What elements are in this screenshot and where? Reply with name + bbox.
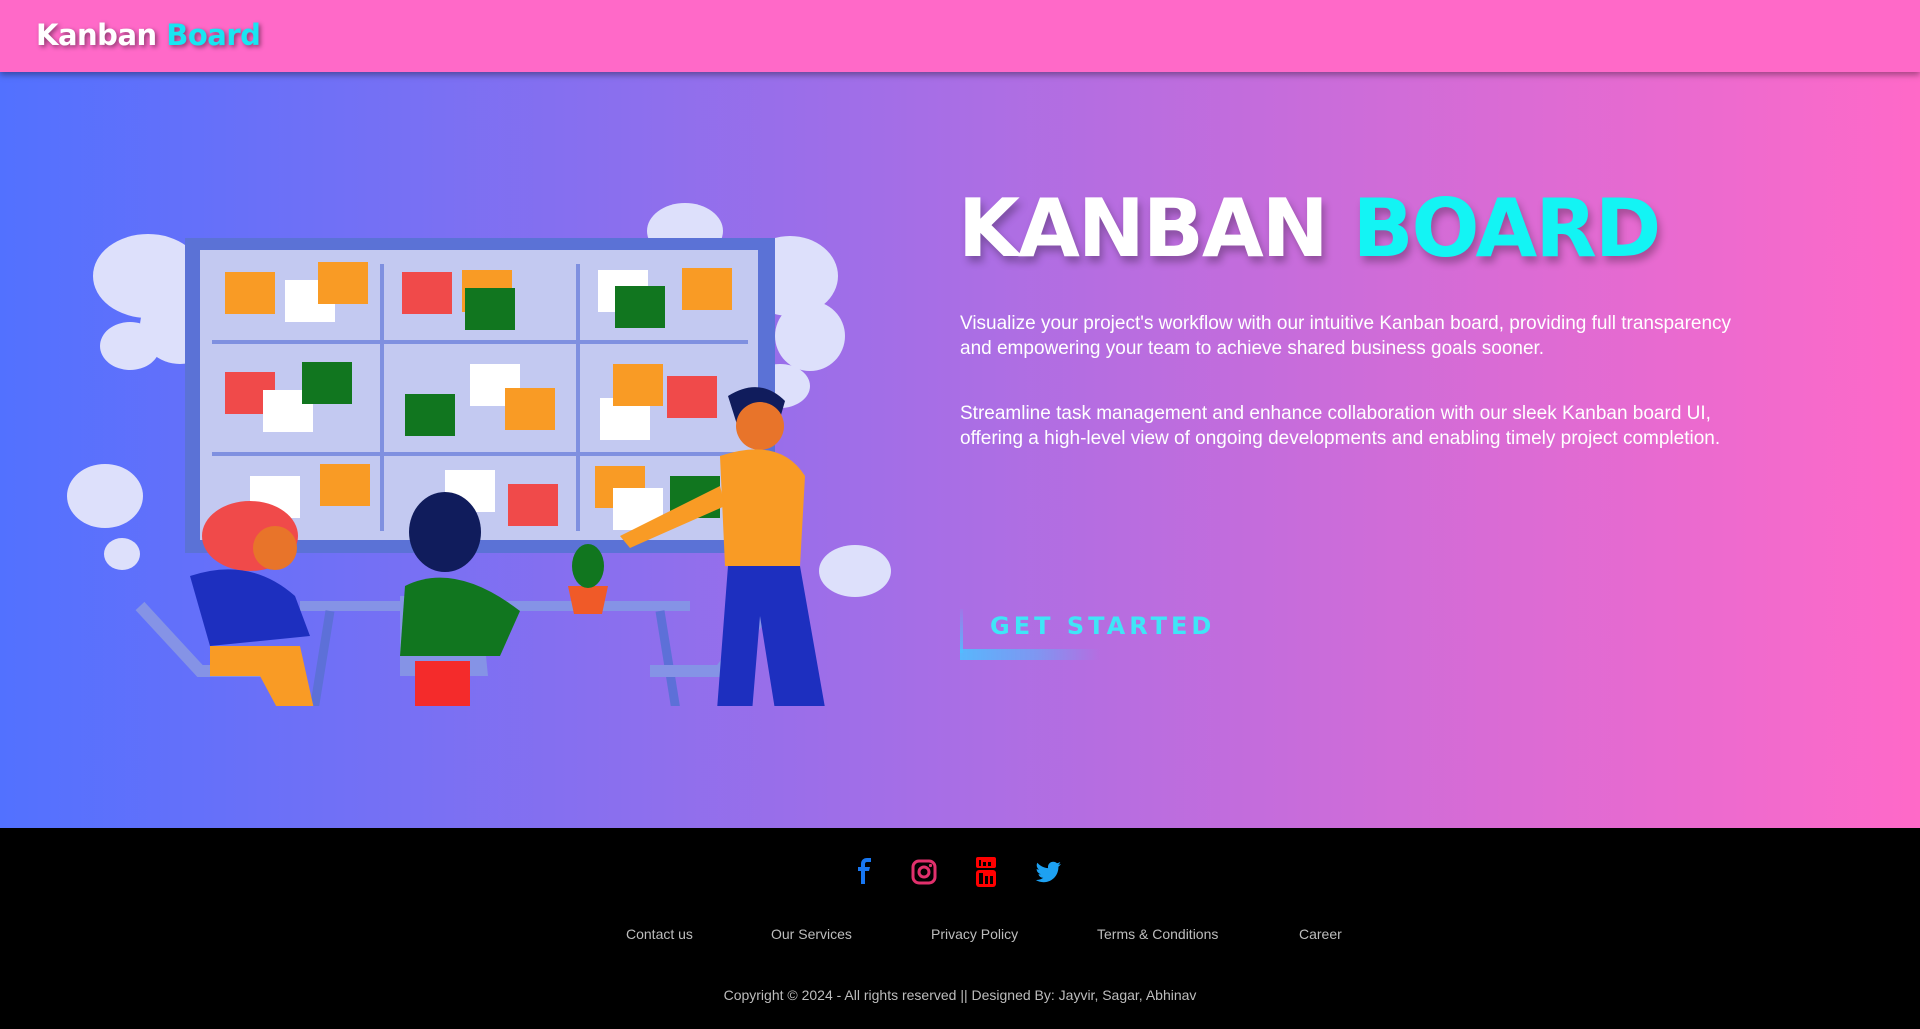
hero-paragraph-visualize: Visualize your project's workflow with o…: [960, 313, 1732, 359]
hero-title: KANBAN BOARD: [958, 182, 1662, 275]
hero-paragraph-streamline: Streamline task management and enhance c…: [960, 403, 1721, 449]
footer-link-our-services[interactable]: Our Services: [771, 926, 852, 942]
footer-link-terms-conditions[interactable]: Terms & Conditions: [1097, 926, 1218, 942]
footer-links: Contact us Our Services Privacy Policy T…: [0, 926, 1920, 948]
navbar: Kanban Board: [0, 0, 1920, 72]
twitter-icon: [1035, 861, 1061, 883]
get-started-button[interactable]: GET STARTED: [960, 609, 1320, 661]
get-started-underline: [960, 649, 1100, 660]
brand-logo[interactable]: Kanban Board: [36, 18, 261, 52]
brand-word-board: Board: [166, 18, 261, 52]
hero-section: KANBAN BOARD Visualize your project's wo…: [0, 72, 1920, 828]
get-started-label: GET STARTED: [990, 612, 1216, 640]
youtube-link[interactable]: [964, 850, 1008, 894]
hero-title-kanban: KANBAN: [958, 182, 1329, 275]
youtube-icon: [976, 857, 996, 887]
brand-word-kanban: Kanban: [36, 18, 157, 52]
facebook-link[interactable]: [843, 850, 887, 894]
facebook-icon: [858, 858, 871, 884]
copyright-text: Copyright © 2024 - All rights reserved |…: [723, 987, 1197, 1003]
footer: Contact us Our Services Privacy Policy T…: [0, 828, 1920, 1029]
instagram-link[interactable]: [902, 850, 946, 894]
social-links: [0, 850, 1920, 894]
instagram-icon: [911, 859, 937, 885]
footer-link-career[interactable]: Career: [1299, 926, 1342, 942]
team-kanban-illustration: [67, 203, 891, 706]
hero-title-board: BOARD: [1352, 182, 1662, 275]
get-started-left-bar: [960, 609, 963, 653]
footer-link-contact-us[interactable]: Contact us: [626, 926, 693, 942]
footer-link-privacy-policy[interactable]: Privacy Policy: [931, 926, 1018, 942]
twitter-link[interactable]: [1027, 850, 1071, 894]
